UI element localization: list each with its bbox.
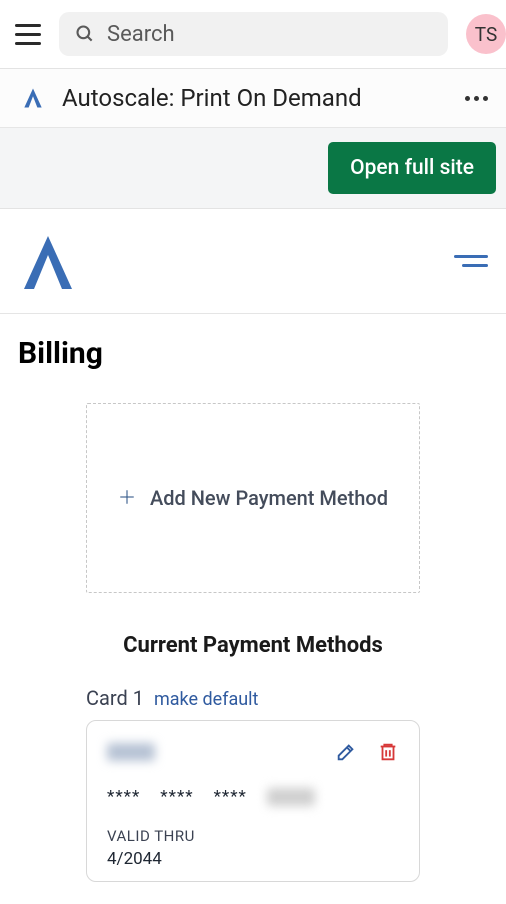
plus-icon [118,484,136,512]
card-mask-group-1: **** [107,787,140,807]
avatar-initials: TS [475,23,497,46]
add-payment-method-button[interactable]: Add New Payment Method [86,403,420,593]
card-name: Card 1 [86,686,144,710]
open-full-site-button[interactable]: Open full site [328,142,496,194]
avatar[interactable]: TS [466,14,506,54]
add-payment-label: Add New Payment Method [150,486,388,510]
card-mask-group-2: **** [160,787,193,807]
card-mask-group-3: **** [214,787,247,807]
app-logo-icon [18,83,48,113]
page-title: Billing [18,336,488,371]
valid-thru-label: VALID THRU [107,827,399,845]
card-brand-logo [107,743,155,761]
search-input[interactable]: Search [59,12,448,56]
search-placeholder: Search [107,22,175,47]
main-menu-button[interactable] [15,24,41,45]
edit-card-button[interactable] [335,741,357,763]
brand-menu-button[interactable] [454,255,488,267]
card-last-four [267,788,315,806]
brand-logo-icon [18,231,78,291]
payment-card: **** **** **** VALID THRU 4/2044 [86,720,420,882]
valid-thru-value: 4/2044 [107,849,399,869]
app-title: Autoscale: Print On Demand [62,84,451,112]
delete-card-button[interactable] [377,741,399,763]
make-default-link[interactable]: make default [154,689,258,710]
more-options-button[interactable] [465,96,488,101]
search-icon [75,24,95,44]
payment-methods-section-title: Current Payment Methods [18,633,488,658]
